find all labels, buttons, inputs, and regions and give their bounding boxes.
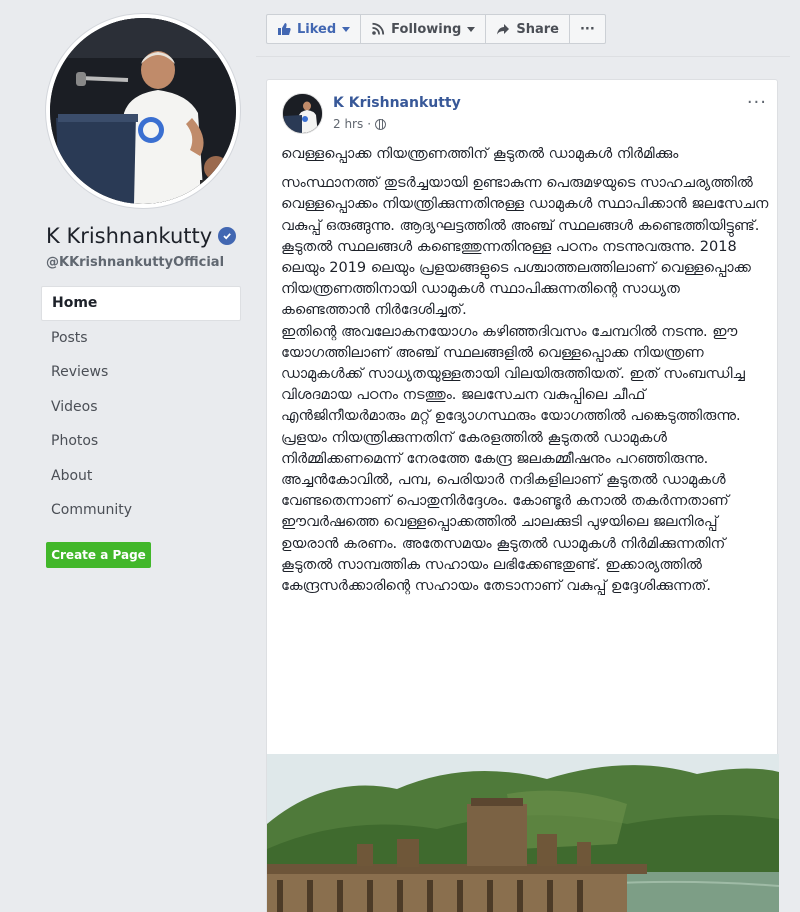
- page-name-text: K Krishnankutty: [46, 224, 213, 248]
- post-author-name[interactable]: K Krishnankutty: [333, 95, 461, 111]
- post-author-photo: [283, 94, 322, 133]
- globe-icon: [375, 118, 387, 130]
- post-meta: 2 hrs ·: [333, 117, 387, 131]
- post-text: വെള്ളപ്പൊക്ക നിയന്ത്രണത്തിന് കൂടുതൽ ഡാമു…: [281, 144, 771, 597]
- nav-item-reviews[interactable]: Reviews: [41, 355, 241, 390]
- chevron-down-icon: [467, 26, 476, 32]
- page-nav: Home Posts Reviews Videos Photos About C…: [41, 286, 241, 528]
- divider: [256, 56, 790, 57]
- post-card: K Krishnankutty 2 hrs · ··· വെള്ളപ്പൊക്ക…: [266, 79, 779, 912]
- nav-item-photos[interactable]: Photos: [41, 424, 241, 459]
- share-label: Share: [516, 21, 559, 37]
- post-title: വെള്ളപ്പൊക്ക നിയന്ത്രണത്തിന് കൂടുതൽ ഡാമു…: [281, 146, 679, 162]
- nav-item-about[interactable]: About: [41, 459, 241, 494]
- post-menu-icon[interactable]: ···: [747, 92, 767, 113]
- following-label: Following: [391, 21, 462, 37]
- page-action-bar: Liked Following Share ···: [266, 14, 606, 44]
- post-image[interactable]: [267, 754, 779, 912]
- post-body: സംസ്ഥാനത്ത് തുടർച്ചയായി ഉണ്ടാകുന്ന പെരുമ…: [281, 175, 769, 595]
- liked-button[interactable]: Liked: [266, 14, 362, 44]
- profile-photo: [50, 18, 236, 204]
- more-options-button[interactable]: ···: [568, 14, 606, 44]
- share-button[interactable]: Share: [485, 14, 570, 44]
- create-page-button[interactable]: Create a Page: [46, 542, 151, 568]
- chevron-down-icon: [342, 26, 351, 32]
- post-author-avatar[interactable]: [282, 93, 323, 134]
- post-timestamp[interactable]: 2 hrs: [333, 117, 363, 131]
- page-name: K Krishnankutty: [46, 224, 237, 248]
- page-username[interactable]: @KKrishnankuttyOfficial: [46, 255, 224, 270]
- dam-photo: [267, 754, 779, 912]
- following-button[interactable]: Following: [360, 14, 487, 44]
- profile-photo-image: [50, 18, 236, 204]
- meta-separator: ·: [367, 117, 372, 131]
- nav-item-videos[interactable]: Videos: [41, 390, 241, 425]
- thumbs-up-icon: [278, 23, 291, 35]
- verified-badge-icon: [218, 227, 237, 245]
- nav-item-posts[interactable]: Posts: [41, 321, 241, 356]
- share-arrow-icon: [497, 24, 510, 35]
- nav-item-home[interactable]: Home: [41, 286, 241, 321]
- left-column: K Krishnankutty @KKrishnankuttyOfficial …: [0, 0, 255, 912]
- more-options-icon: ···: [579, 21, 595, 37]
- nav-item-community[interactable]: Community: [41, 493, 241, 528]
- profile-picture[interactable]: [46, 14, 240, 208]
- liked-label: Liked: [297, 21, 337, 37]
- rss-icon: [372, 22, 385, 35]
